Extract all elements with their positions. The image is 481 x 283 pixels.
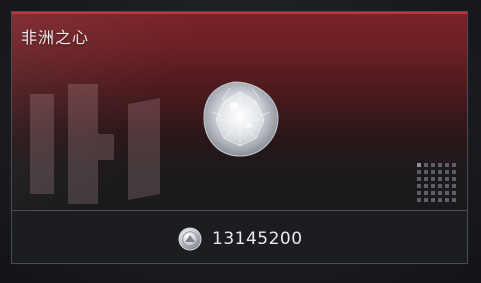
item-card[interactable]: 非洲之心 13145200: [11, 11, 468, 264]
price-row: 13145200: [178, 226, 303, 252]
page: 非洲之心 13145200: [0, 0, 481, 283]
item-price: 13145200: [212, 229, 303, 249]
grid-icon: [417, 163, 456, 202]
item-title: 非洲之心: [21, 28, 90, 47]
silver-coin-icon: [178, 227, 202, 251]
item-art-area: 非洲之心: [12, 14, 467, 210]
pear-shaped-diamond-icon: [203, 81, 279, 157]
price-footer: 13145200: [12, 211, 467, 263]
background-glyph-icon: [30, 84, 160, 204]
